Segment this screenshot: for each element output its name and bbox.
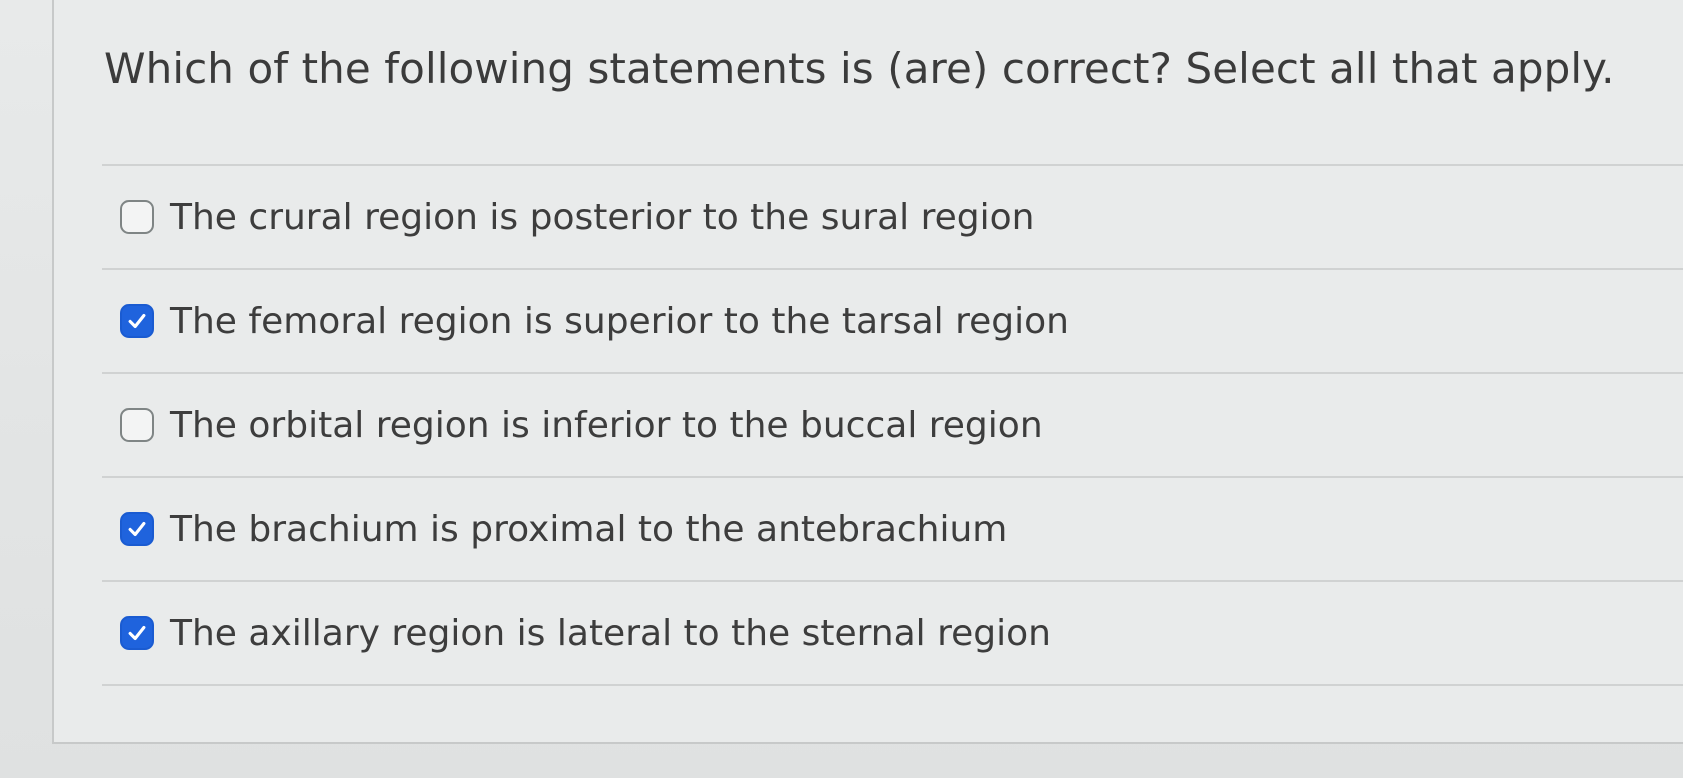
answer-options-list: The crural region is posterior to the su…: [102, 164, 1683, 686]
checkbox-checked[interactable]: [120, 304, 154, 338]
option-row[interactable]: The axillary region is lateral to the st…: [102, 582, 1683, 686]
question-text: Which of the following statements is (ar…: [104, 44, 1615, 93]
checkmark-icon: [128, 313, 146, 329]
option-label: The axillary region is lateral to the st…: [170, 612, 1051, 654]
option-label: The brachium is proximal to the antebrac…: [170, 508, 1008, 550]
checkbox-checked[interactable]: [120, 512, 154, 546]
checkmark-icon: [128, 625, 146, 641]
option-label: The orbital region is inferior to the bu…: [170, 404, 1043, 446]
checkbox-unchecked[interactable]: [120, 200, 154, 234]
option-row[interactable]: The orbital region is inferior to the bu…: [102, 374, 1683, 478]
option-row[interactable]: The femoral region is superior to the ta…: [102, 270, 1683, 374]
checkmark-icon: [128, 521, 146, 537]
option-row[interactable]: The crural region is posterior to the su…: [102, 166, 1683, 270]
option-label: The crural region is posterior to the su…: [170, 196, 1035, 238]
option-label: The femoral region is superior to the ta…: [170, 300, 1069, 342]
checkbox-checked[interactable]: [120, 616, 154, 650]
checkbox-unchecked[interactable]: [120, 408, 154, 442]
option-row[interactable]: The brachium is proximal to the antebrac…: [102, 478, 1683, 582]
screen: Which of the following statements is (ar…: [0, 0, 1683, 778]
